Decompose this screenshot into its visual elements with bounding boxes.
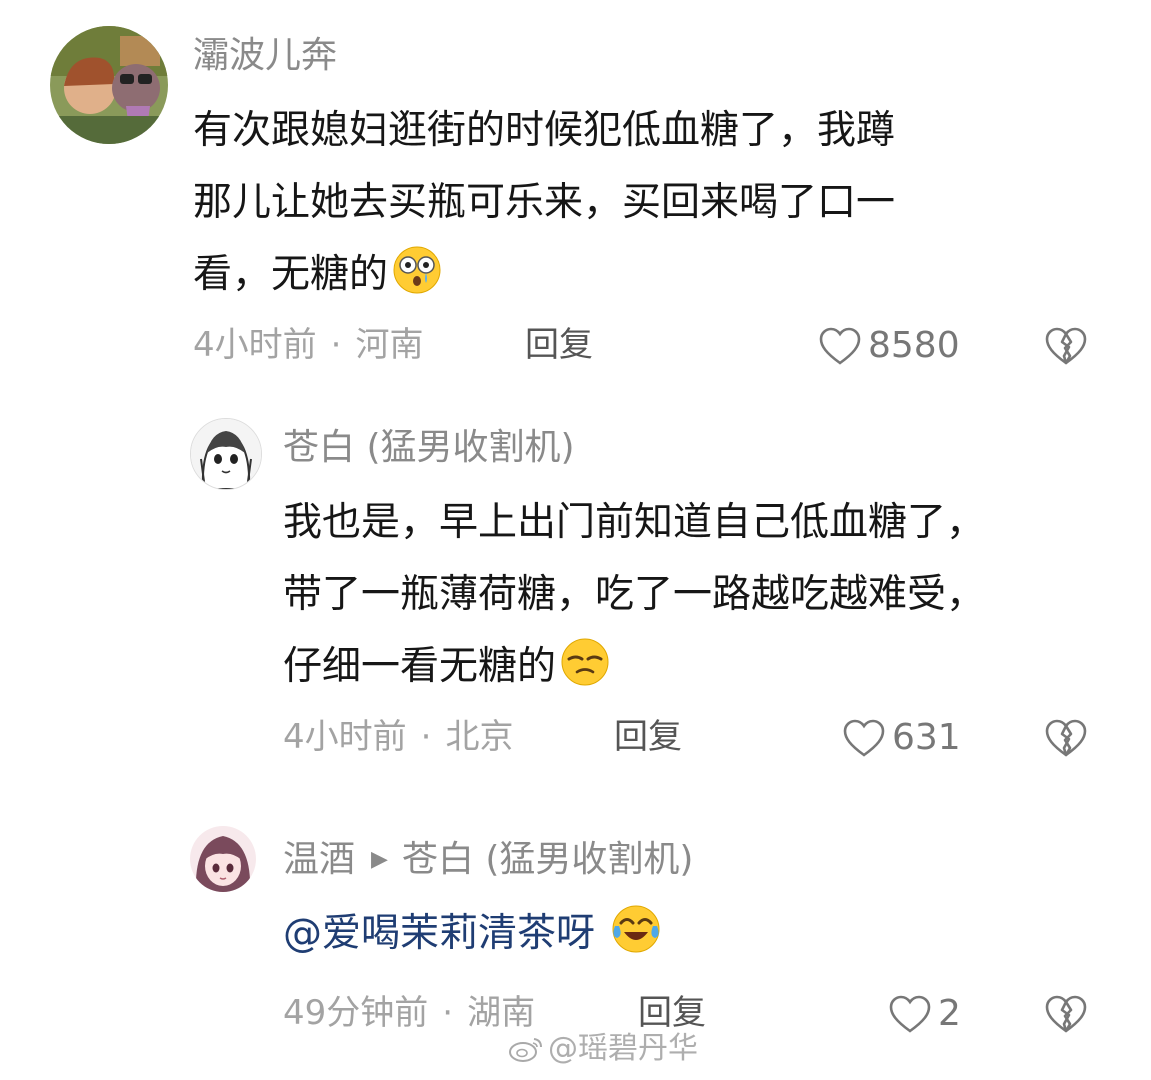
like-button[interactable]: 2 (888, 994, 961, 1034)
mention-link[interactable]: @爱喝茉莉清茶呀 (283, 911, 595, 956)
separator: · (330, 325, 342, 365)
avatar[interactable] (190, 826, 256, 892)
text-line-content: 仔细一看无糖的 (283, 644, 557, 689)
comment-text: @爱喝茉莉清茶呀 (283, 898, 661, 970)
separator: · (420, 717, 432, 757)
dislike-button[interactable] (1044, 994, 1088, 1034)
comment-meta: 4小时前 · 北京 (283, 720, 513, 754)
text-line: 那儿让她去买瓶可乐来，买回来喝了口一 (193, 180, 896, 225)
timestamp: 4小时前 (283, 717, 407, 757)
comment-meta: 4小时前 · 河南 (193, 328, 423, 362)
like-count: 8580 (868, 325, 960, 366)
text-line: @爱喝茉莉清茶呀 (283, 898, 661, 970)
location: 北京 (445, 717, 514, 757)
username[interactable]: 灞波儿奔 (193, 38, 337, 74)
broken-heart-icon (1045, 327, 1087, 365)
text-line: 我也是，早上出门前知道自己低血糖了， (283, 500, 986, 545)
like-count: 631 (892, 717, 961, 758)
laugh-cry-emoji (611, 904, 661, 954)
broken-heart-icon (1045, 995, 1087, 1033)
like-count: 2 (938, 993, 961, 1034)
reply-arrow-icon: ▶ (371, 847, 388, 872)
heart-icon (819, 327, 861, 365)
reply-button[interactable]: 回复 (638, 996, 706, 1030)
shocked-crying-emoji (392, 245, 442, 295)
reply-button[interactable]: 回复 (614, 720, 682, 754)
reply-button[interactable]: 回复 (525, 328, 593, 362)
avatar[interactable] (50, 26, 168, 144)
reply-to-username[interactable]: 苍白 (猛男收割机) (402, 839, 694, 880)
username[interactable]: 苍白 (猛男收割机) (283, 430, 575, 466)
text-line: 仔细一看无糖的 (283, 631, 985, 703)
text-line-content: 看，无糖的 (193, 252, 389, 297)
watermark-text: @瑶碧丹华 (548, 1031, 698, 1066)
weibo-logo-icon (509, 1038, 542, 1062)
smirk-emoji (560, 637, 610, 687)
dislike-button[interactable] (1044, 718, 1088, 758)
text-line: 带了一瓶薄荷糖，吃了一路越吃越难受， (283, 572, 986, 617)
location: 湖南 (467, 993, 536, 1033)
username-text[interactable]: 温酒 (283, 839, 355, 880)
like-button[interactable]: 8580 (818, 326, 960, 366)
text-line: 有次跟媳妇逛街的时候犯低血糖了，我蹲 (193, 108, 896, 153)
avatar[interactable] (190, 418, 262, 490)
username: 温酒 ▶ 苍白 (猛男收割机) (283, 842, 693, 878)
separator: · (442, 993, 454, 1033)
broken-heart-icon (1045, 719, 1087, 757)
heart-icon (843, 719, 885, 757)
comment-text: 有次跟媳妇逛街的时候犯低血糖了，我蹲 那儿让她去买瓶可乐来，买回来喝了口一 看，… (193, 95, 895, 311)
timestamp: 4小时前 (193, 325, 317, 365)
text-line: 看，无糖的 (193, 239, 895, 311)
watermark: @瑶碧丹华 (508, 1034, 698, 1064)
comment-text: 我也是，早上出门前知道自己低血糖了， 带了一瓶薄荷糖，吃了一路越吃越难受， 仔细… (283, 487, 985, 703)
dislike-button[interactable] (1044, 326, 1088, 366)
like-button[interactable]: 631 (842, 718, 961, 758)
timestamp: 49分钟前 (283, 993, 429, 1033)
location: 河南 (355, 325, 424, 365)
heart-icon (889, 995, 931, 1033)
comment-meta: 49分钟前 · 湖南 (283, 996, 535, 1030)
